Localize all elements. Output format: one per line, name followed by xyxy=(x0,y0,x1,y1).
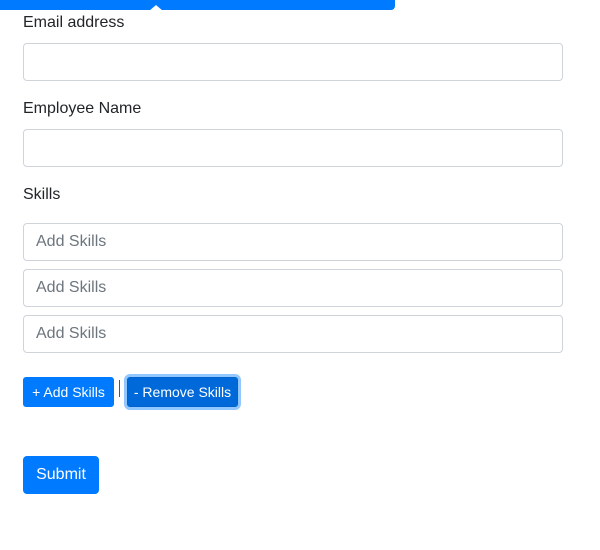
skill-input-3[interactable] xyxy=(23,315,563,353)
email-input[interactable] xyxy=(23,43,563,81)
skill-input-2[interactable] xyxy=(23,269,563,307)
tooltip-arrow xyxy=(149,5,163,11)
remove-skills-button[interactable]: - Remove Skills xyxy=(127,377,238,407)
text-cursor xyxy=(119,380,120,397)
employee-name-label: Employee Name xyxy=(23,100,142,117)
submit-button[interactable]: Submit xyxy=(23,456,99,494)
tooltip xyxy=(0,0,395,10)
add-skills-button[interactable]: + Add Skills xyxy=(23,377,114,407)
skills-label: Skills xyxy=(23,186,61,203)
skill-input-1[interactable] xyxy=(23,223,563,261)
employee-name-input[interactable] xyxy=(23,129,563,167)
email-label: Email address xyxy=(23,14,125,31)
